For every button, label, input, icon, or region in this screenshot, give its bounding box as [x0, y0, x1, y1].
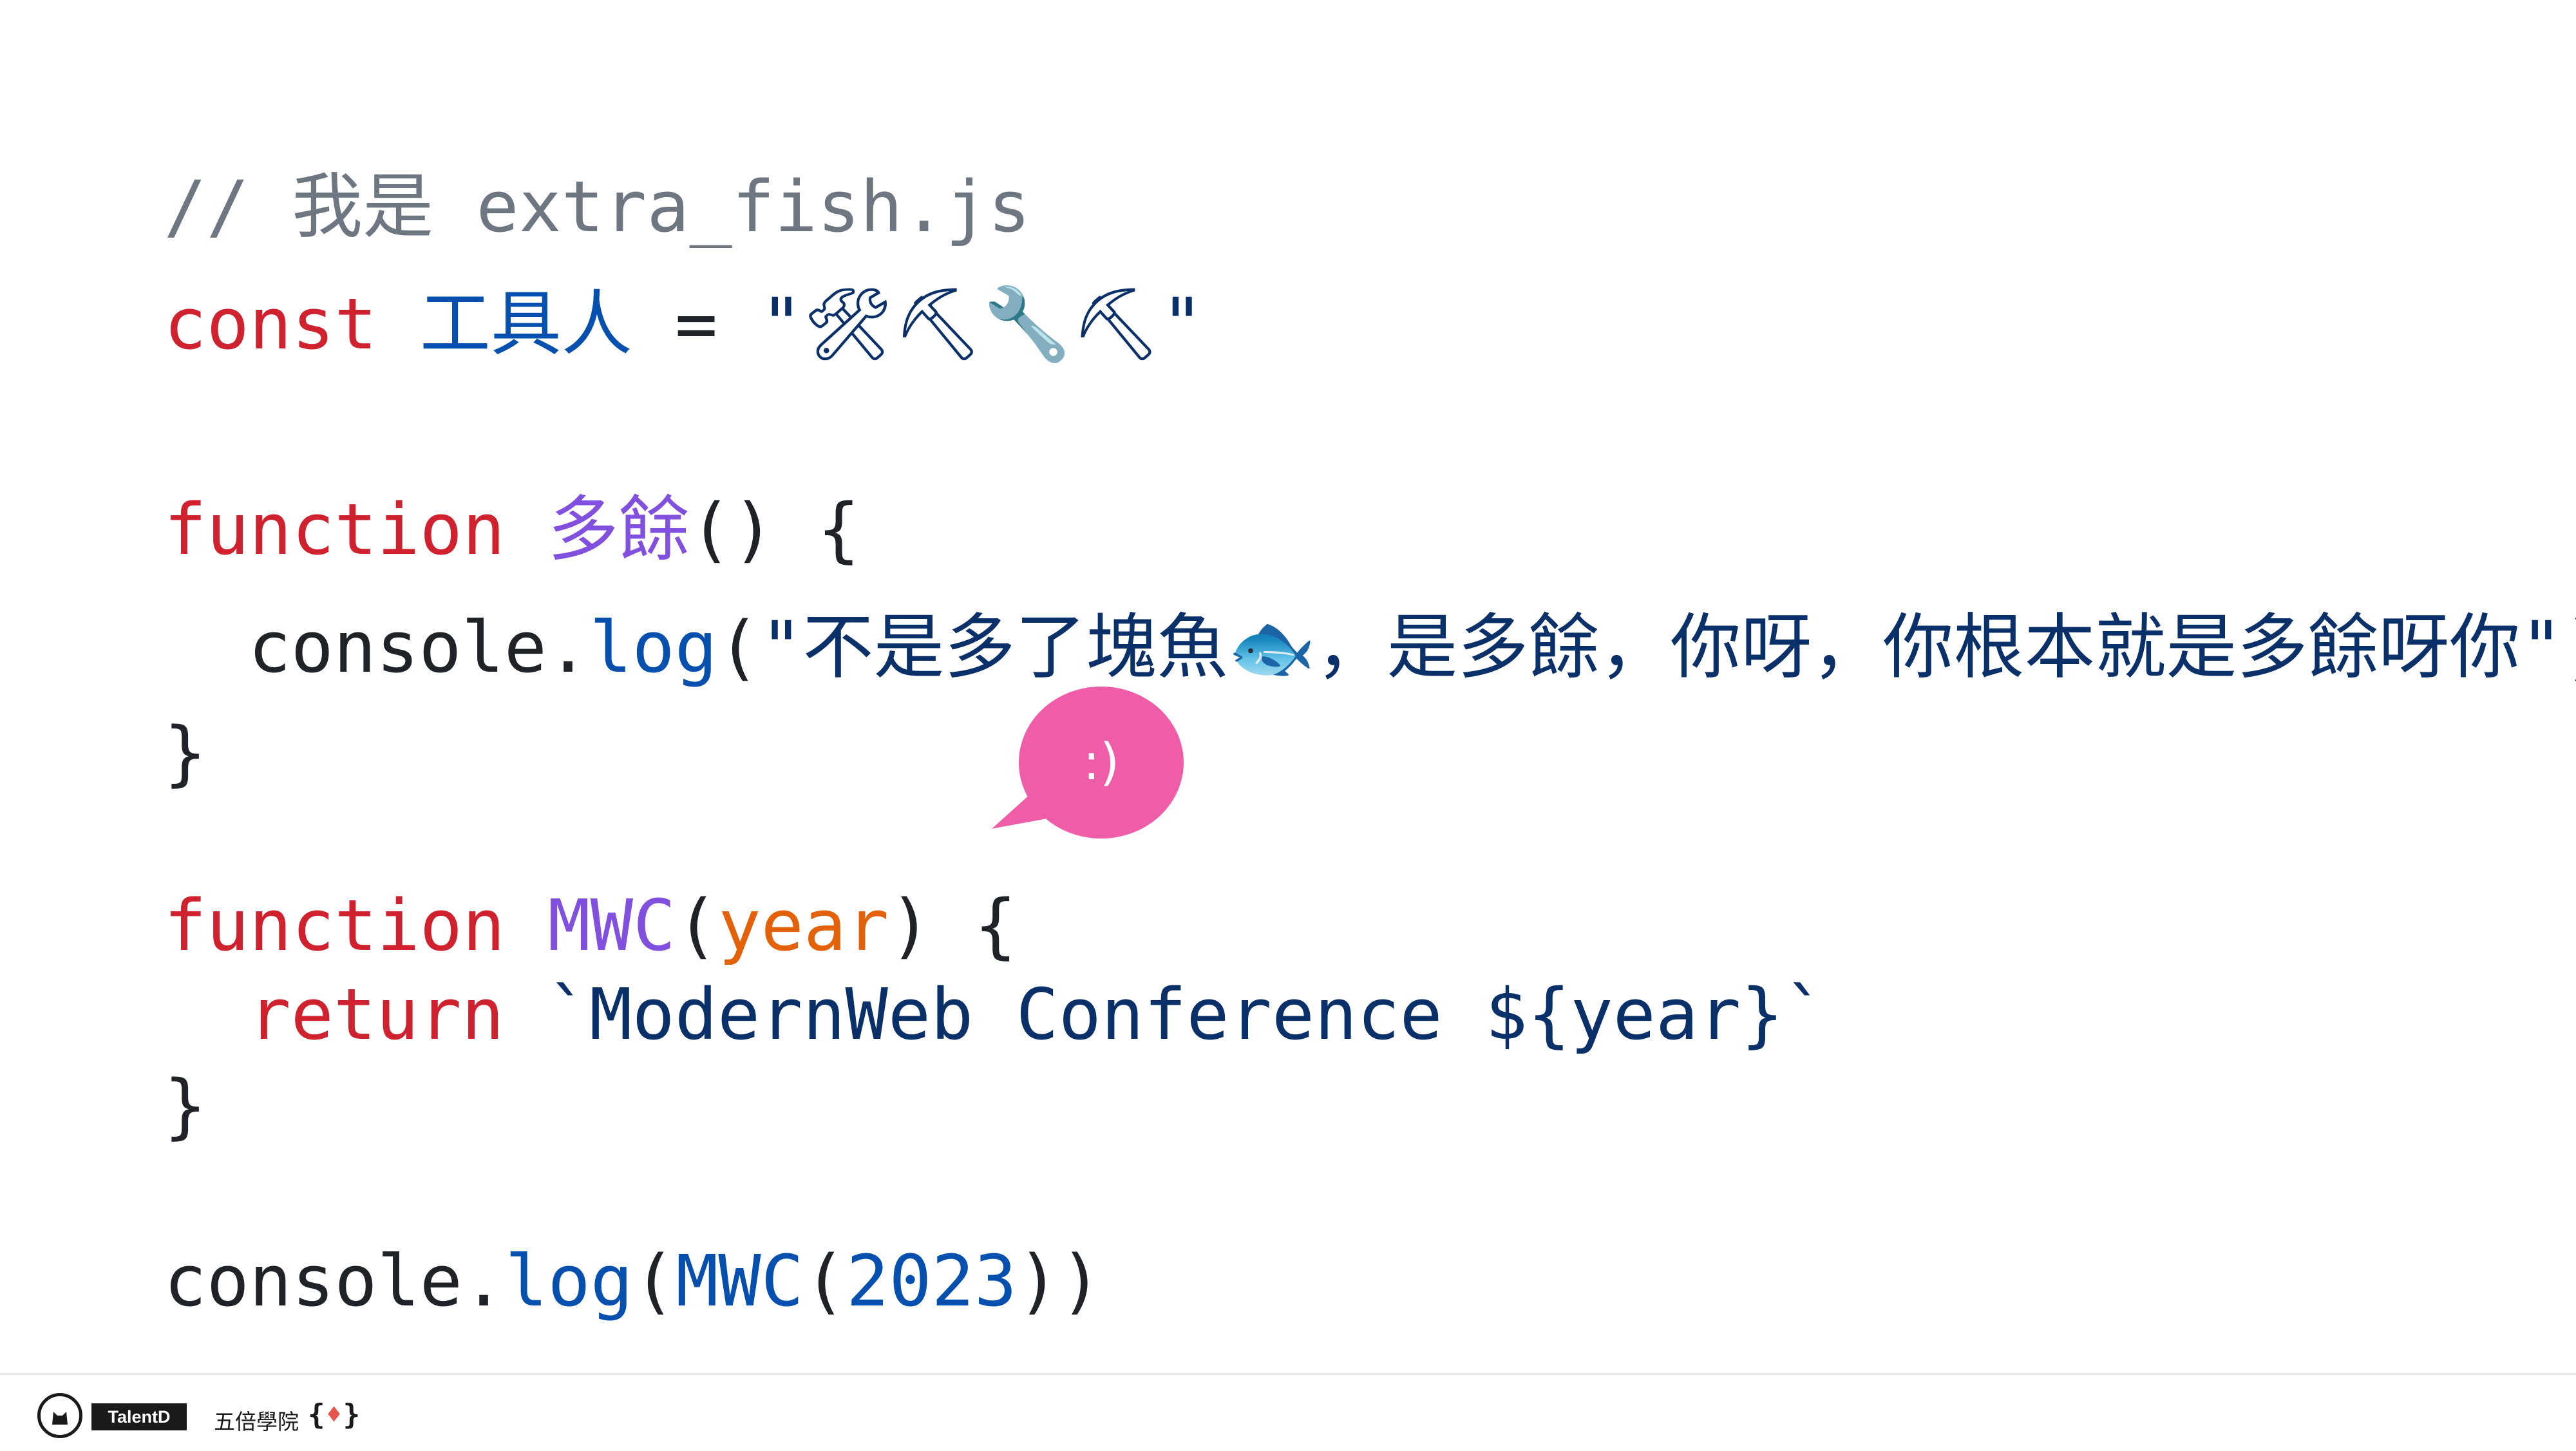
log-method: log	[589, 606, 717, 688]
closing-brace: }	[164, 1065, 207, 1147]
closing-brace: }	[164, 712, 207, 794]
code-line-const: const 工具人 = "🛠⛏🔧⛏"	[79, 218, 1203, 359]
brace-close: }	[343, 1398, 361, 1431]
open-paren: (	[717, 606, 761, 688]
ruby-gem-icon: ♦	[326, 1399, 342, 1430]
log-string: "不是多了塊魚🐟，是多餘，你呀，你根本就是多餘呀你"	[760, 606, 2563, 688]
open-paren: (	[803, 1240, 847, 1322]
code-line-closing-brace: }	[79, 647, 206, 788]
close-parens: ))	[1017, 1240, 1103, 1322]
assign-operator: =	[632, 283, 761, 365]
console-object: console.	[248, 606, 590, 688]
console-object: console.	[164, 1240, 506, 1322]
footer-bar: TalentD 五倍學院 { ♦ }	[0, 1373, 2576, 1451]
mwc-call: MWC	[676, 1240, 804, 1322]
log-method: log	[505, 1240, 633, 1322]
brace-open: {	[308, 1398, 325, 1431]
ruby-brand: { ♦ }	[308, 1398, 360, 1431]
school-name: 五倍學院	[214, 1409, 299, 1434]
code-line-closing-brace: }	[79, 1000, 206, 1141]
talentd-badge: TalentD	[91, 1403, 187, 1430]
cat-logo-icon	[37, 1393, 82, 1438]
speech-bubble-text: :)	[1083, 734, 1120, 792]
tools-string: "🛠⛏🔧⛏"	[760, 283, 1204, 365]
close-paren: )	[2563, 606, 2576, 688]
return-keyword: return	[248, 973, 547, 1056]
open-paren: (	[632, 1240, 676, 1322]
code-line-console-log-string: console.log("不是多了塊魚🐟，是多餘，你呀，你根本就是多餘呀你")	[163, 541, 2576, 683]
year-number: 2023	[846, 1240, 1018, 1322]
code-line-console-log-call: console.log(MWC(2023))	[79, 1175, 1102, 1316]
template-string: `ModernWeb Conference ${year}`	[547, 973, 1826, 1056]
const-keyword: const	[164, 283, 420, 365]
variable-name: 工具人	[419, 283, 632, 365]
code-line-return: return `ModernWeb Conference ${year}`	[163, 908, 1826, 1050]
